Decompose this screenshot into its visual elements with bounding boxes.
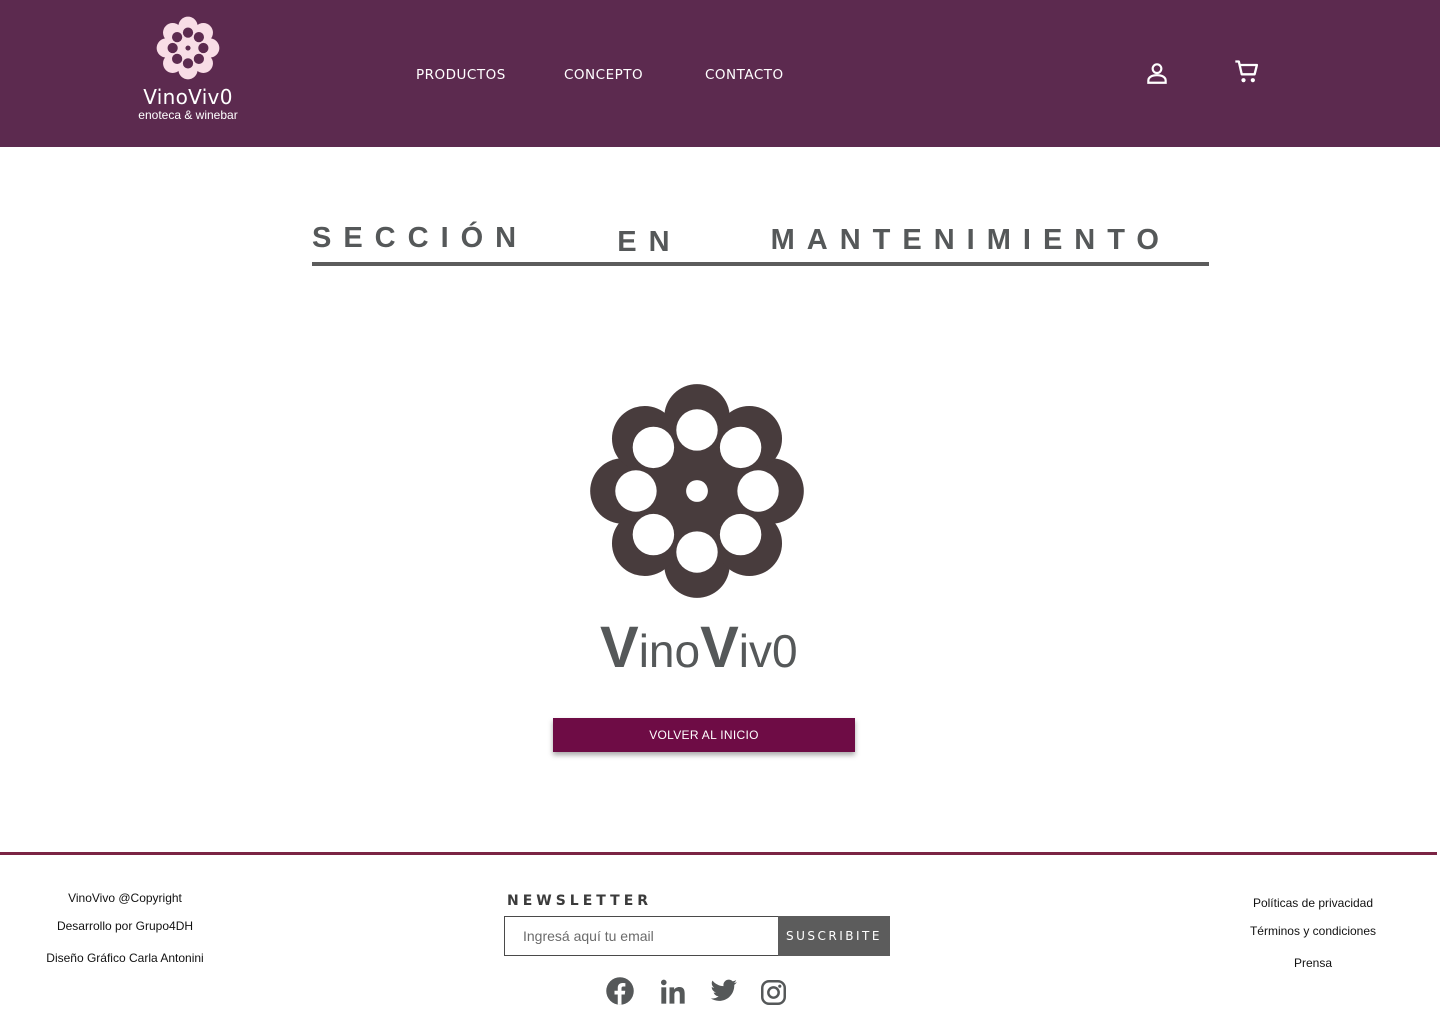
nav-productos[interactable]: PRODUCTOS	[416, 67, 506, 83]
copyright-text: VinoVivo @Copyright	[68, 891, 182, 905]
title-word: EN	[617, 226, 682, 258]
wordmark-part: ino	[638, 625, 701, 677]
nav-concepto[interactable]: CONCEPTO	[564, 67, 643, 83]
terms-link[interactable]: Términos y condiciones	[1213, 924, 1413, 938]
press-link[interactable]: Prensa	[1213, 956, 1413, 970]
cart-icon[interactable]	[1233, 58, 1261, 86]
newsletter-email-input[interactable]	[504, 916, 779, 956]
brand-tagline: enoteca & winebar	[138, 108, 238, 122]
nav-contacto[interactable]: CONTACTO	[705, 67, 784, 83]
user-icon[interactable]	[1144, 60, 1170, 86]
subscribe-button[interactable]: SUSCRIBITE	[778, 916, 890, 956]
design-credit-text: Diseño Gráfico Carla Antonini	[46, 951, 204, 965]
back-home-button[interactable]: VOLVER AL INICIO	[553, 718, 855, 752]
brand-wordmark: VinoViv0	[600, 614, 810, 685]
newsletter-title: NEWSLETTER	[507, 893, 653, 909]
brand-logo[interactable]: VinoViv0 enoteca & winebar	[138, 16, 238, 122]
linkedin-icon[interactable]	[659, 978, 687, 1006]
site-header: VinoViv0 enoteca & winebar PRODUCTOS CON…	[0, 0, 1440, 147]
wordmark-part: iv0	[738, 625, 798, 677]
title-word: SECCIÓN	[312, 222, 529, 254]
privacy-policy-link[interactable]: Políticas de privacidad	[1213, 896, 1413, 910]
dev-credit-text: Desarrollo por Grupo4DH	[56, 919, 194, 933]
footer-divider	[0, 852, 1437, 855]
facebook-icon[interactable]	[605, 976, 635, 1006]
twitter-icon[interactable]	[710, 979, 738, 1005]
page-title: SECCIÓN EN MANTENIMIENTO	[312, 222, 1209, 266]
flower-logo-large-icon	[590, 384, 804, 598]
wordmark-part: V	[700, 615, 739, 680]
instagram-icon[interactable]	[760, 979, 787, 1006]
title-word: MANTENIMIENTO	[770, 224, 1171, 256]
wordmark-part: V	[600, 615, 639, 680]
flower-logo-icon	[156, 16, 220, 80]
brand-name: VinoViv0	[143, 85, 233, 109]
